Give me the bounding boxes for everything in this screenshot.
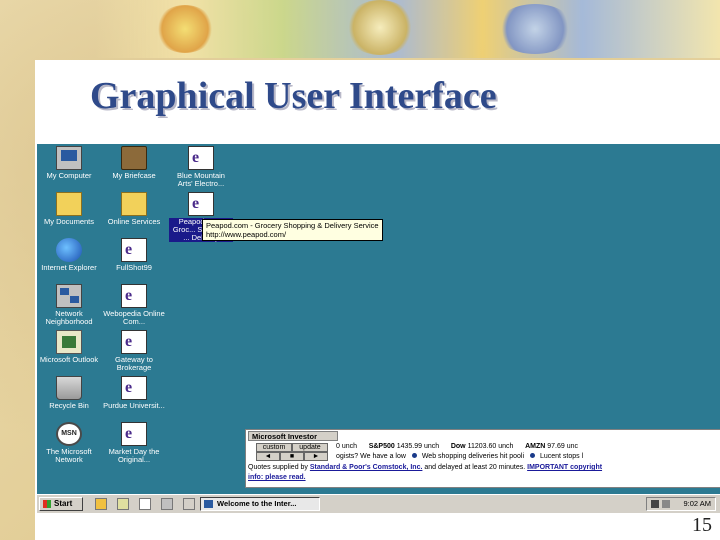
network-tray-icon[interactable] [651, 500, 659, 508]
start-button[interactable]: Start [39, 497, 83, 511]
desktop-icon[interactable]: My Briefcase [102, 146, 166, 180]
desktop-icon-label: Purdue Universit... [103, 401, 165, 410]
desktop-icon[interactable]: Internet Explorer [37, 238, 101, 272]
next-button[interactable]: ► [304, 452, 328, 461]
desktop-icon-label: My Briefcase [112, 171, 156, 180]
quote-value: 11203.60 unch [467, 443, 514, 450]
desktop-icon[interactable]: Gateway to Brokerage [102, 330, 166, 372]
headline[interactable]: Web shopping deliveries hit pooli [422, 453, 524, 460]
update-button[interactable]: update [292, 443, 328, 452]
desktop-icon-label: Recycle Bin [49, 401, 89, 410]
desktop-icon[interactable]: Blue Mountain Arts' Electro... [169, 146, 233, 188]
footer-middle: and delayed at least 20 minutes. [424, 464, 526, 471]
bullet-icon [530, 453, 535, 458]
custom-button[interactable]: custom [256, 443, 292, 452]
internet-shortcut-icon [188, 146, 214, 170]
source-link[interactable]: Standard & Poor's Comstock, Inc. [310, 464, 423, 471]
ticker-footer-line2: info: please read. [248, 473, 306, 483]
desktop-icon-label: Webopedia Online Com... [103, 309, 165, 326]
ticker-footer: Quotes supplied by Standard & Poor's Com… [248, 463, 602, 473]
recycle-bin-icon [56, 376, 82, 400]
headline[interactable]: Lucent stops l [540, 453, 583, 460]
desktop-icon-label: My Documents [43, 217, 94, 226]
desktop-icon[interactable]: My Documents [37, 192, 101, 226]
desktop-icon-label: Microsoft Outlook [39, 355, 99, 364]
desktop-icon-label: Market Day the Original... [108, 447, 160, 464]
desktop-icon[interactable]: Market Day the Original... [102, 422, 166, 464]
internet-shortcut-icon [121, 422, 147, 446]
internet-explorer-icon [56, 238, 82, 262]
copyright-link[interactable]: IMPORTANT copyright [527, 464, 602, 471]
desktop-icon-label: My Computer [46, 171, 92, 180]
folder-icon [121, 192, 147, 216]
computer-icon [56, 146, 82, 170]
desktop-icon[interactable]: Recycle Bin [37, 376, 101, 410]
tooltip-title: Peapod.com - Grocery Shopping & Delivery… [206, 221, 379, 230]
desktop-icon[interactable]: Network Neighborhood [37, 284, 101, 326]
slide-title: Graphical User Interface [90, 75, 497, 117]
quicklaunch-channels-icon[interactable] [161, 498, 173, 510]
internet-shortcut-icon [121, 284, 147, 308]
system-tray: 9:02 AM [646, 497, 716, 511]
desktop-icon-label: FullShot99 [116, 263, 152, 272]
headline-row: ogists? We have a low Web shopping deliv… [336, 452, 720, 462]
taskbar: Start Welcome to the Inter... 9:02 AM [37, 494, 720, 513]
previous-button[interactable]: ◄ [256, 452, 280, 461]
slide-number: 15 [692, 514, 712, 536]
briefcase-icon [121, 146, 147, 170]
desktop-icon[interactable]: MSN The Microsoft Network [37, 422, 101, 464]
quicklaunch-outlook-icon[interactable] [117, 498, 129, 510]
quote-value: 0 unch [336, 443, 358, 450]
desktop-icon[interactable]: Microsoft Outlook [37, 330, 101, 364]
quote-symbol[interactable]: AMZN [525, 443, 545, 450]
headline[interactable]: ogists? We have a low [336, 453, 406, 460]
copyright-info-link[interactable]: info: please read. [248, 474, 306, 481]
investor-ticker: Microsoft Investor custom update ◄ ■ ► 0… [245, 429, 720, 488]
internet-shortcut-icon [121, 376, 147, 400]
bullet-icon [411, 453, 417, 458]
decorative-banner [95, 0, 720, 58]
quote-row: 0 unch S&P500 1435.99 unch Dow 11203.60 … [336, 442, 720, 452]
network-icon [56, 284, 82, 308]
internet-shortcut-icon [121, 330, 147, 354]
footer-prefix: Quotes supplied by [248, 464, 308, 471]
tooltip-url: http://www.peapod.com/ [206, 230, 287, 239]
desktop-icon[interactable]: Purdue Universit... [102, 376, 166, 410]
desktop-icon[interactable]: Webopedia Online Com... [102, 284, 166, 326]
clock[interactable]: 9:02 AM [683, 499, 711, 509]
quote-symbol[interactable]: S&P500 [369, 443, 395, 450]
quote-value: 97.69 unc [547, 443, 578, 450]
desktop-icon-label: Online Services [107, 217, 161, 226]
desktop-icon[interactable]: Online Services [102, 192, 166, 226]
msn-icon: MSN [56, 422, 82, 446]
outlook-icon [56, 330, 82, 354]
shortcut-tooltip: Peapod.com - Grocery Shopping & Delivery… [202, 219, 383, 241]
volume-tray-icon[interactable] [662, 500, 670, 508]
desktop-icon-label: Internet Explorer [41, 263, 97, 272]
quicklaunch-ie-icon[interactable] [95, 498, 107, 510]
desktop-icon[interactable]: My Computer [37, 146, 101, 180]
quicklaunch-separator-icon [183, 498, 195, 510]
quicklaunch-desktop-icon[interactable] [139, 498, 151, 510]
desktop-icon-label: The Microsoft Network [46, 447, 92, 464]
desktop-icon-label: Network Neighborhood [45, 309, 93, 326]
quote-symbol[interactable]: Dow [451, 443, 466, 450]
internet-shortcut-icon [188, 192, 214, 216]
desktop-icon-label: Blue Mountain Arts' Electro... [177, 171, 225, 188]
quote-value: 1435.99 unch [396, 443, 440, 450]
taskbar-window-button[interactable]: Welcome to the Inter... [200, 497, 320, 511]
folder-icon [56, 192, 82, 216]
windows-desktop: My Computer My Briefcase Blue Mountain Art… [37, 144, 720, 494]
desktop-icon[interactable]: FullShot99 [102, 238, 166, 272]
ticker-title: Microsoft Investor [248, 431, 338, 441]
stop-button[interactable]: ■ [280, 452, 304, 461]
desktop-icon-label: Gateway to Brokerage [115, 355, 153, 372]
application-icon [121, 238, 147, 262]
